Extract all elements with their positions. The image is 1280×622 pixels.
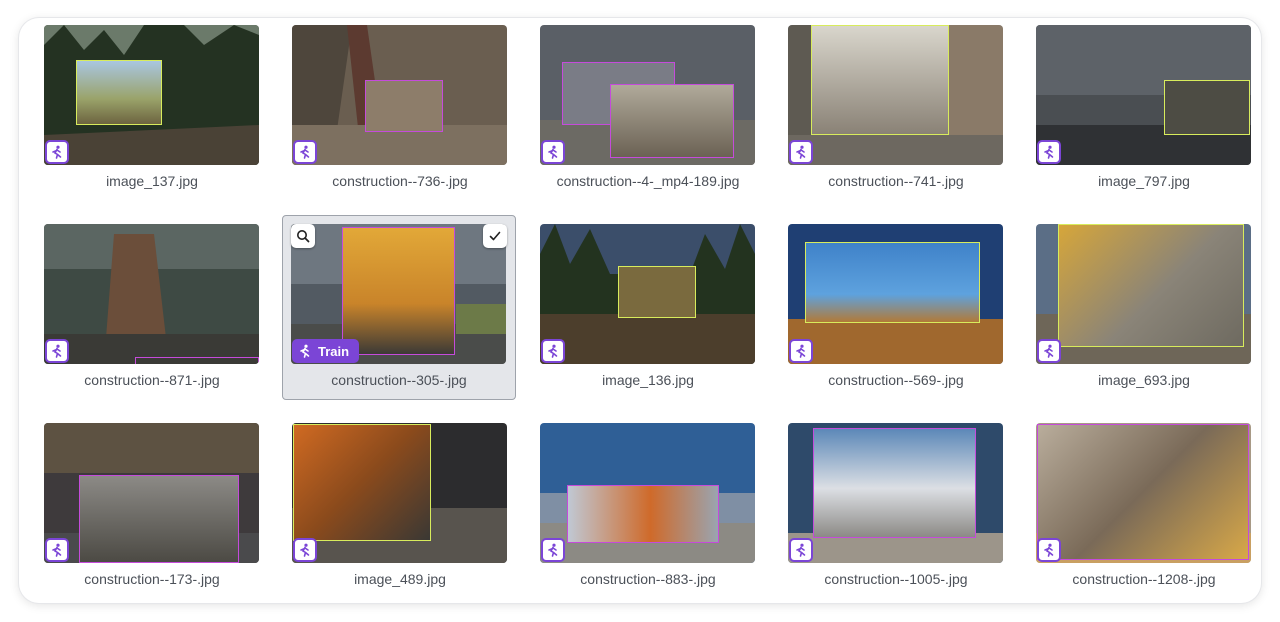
gallery-item[interactable]: image_693.jpg [1027, 217, 1261, 402]
gallery-item[interactable]: construction--1005-.jpg [779, 416, 1013, 601]
category-tag[interactable] [45, 538, 69, 562]
thumbnail[interactable] [788, 423, 1003, 563]
gallery-item[interactable]: construction--569-.jpg [779, 217, 1013, 402]
filename-caption: construction--569-.jpg [828, 372, 964, 388]
filename-caption: construction--173-.jpg [84, 571, 220, 587]
category-tag[interactable] [1037, 339, 1061, 363]
thumbnail[interactable] [540, 224, 755, 364]
select-checkbox[interactable] [483, 224, 507, 248]
thumbnail[interactable] [1036, 423, 1251, 563]
category-tag[interactable] [45, 140, 69, 164]
filename-caption: construction--1005-.jpg [824, 571, 968, 587]
image-grid: image_137.jpg construction--736-.jpg con… [19, 18, 1261, 603]
gallery-item[interactable]: construction--4-_mp4-189.jpg [531, 18, 765, 203]
category-tag[interactable] [293, 140, 317, 164]
runner-icon [548, 543, 558, 557]
filename-caption: construction--883-.jpg [580, 571, 716, 587]
runner-icon [1044, 145, 1054, 159]
thumbnail[interactable] [540, 423, 755, 563]
preview-button[interactable] [291, 224, 315, 248]
thumbnail[interactable]: Train [291, 224, 506, 364]
thumbnail[interactable] [44, 423, 259, 563]
thumbnail[interactable] [292, 423, 507, 563]
filename-caption: image_489.jpg [354, 571, 446, 587]
runner-icon [548, 344, 558, 358]
runner-icon [300, 543, 310, 557]
runner-icon [300, 145, 310, 159]
category-tag[interactable] [789, 538, 813, 562]
category-tag-train[interactable]: Train [292, 339, 360, 363]
category-tag[interactable] [45, 339, 69, 363]
magnifier-icon [297, 230, 310, 243]
thumbnail[interactable] [540, 25, 755, 165]
thumbnail[interactable] [788, 25, 1003, 165]
checkmark-icon [489, 231, 501, 241]
gallery-item[interactable]: construction--871-.jpg [35, 217, 269, 402]
category-tag[interactable] [541, 339, 565, 363]
gallery-item[interactable]: image_489.jpg [283, 416, 517, 601]
filename-caption: image_797.jpg [1098, 173, 1190, 189]
category-tag[interactable] [1037, 538, 1061, 562]
category-tag[interactable] [293, 538, 317, 562]
gallery-panel: image_137.jpg construction--736-.jpg con… [19, 18, 1261, 603]
category-tag[interactable] [541, 140, 565, 164]
filename-caption: image_693.jpg [1098, 372, 1190, 388]
thumbnail[interactable] [1036, 224, 1251, 364]
filename-caption: construction--1208-.jpg [1072, 571, 1216, 587]
filename-caption: construction--736-.jpg [332, 173, 468, 189]
gallery-item[interactable]: construction--883-.jpg [531, 416, 765, 601]
gallery-item-selected[interactable]: Train construction--305-.jpg [282, 215, 516, 400]
runner-icon [1044, 543, 1054, 557]
gallery-item[interactable]: image_137.jpg [35, 18, 269, 203]
thumbnail[interactable] [44, 25, 259, 165]
thumbnail[interactable] [788, 224, 1003, 364]
runner-icon [52, 344, 62, 358]
thumbnail[interactable] [292, 25, 507, 165]
runner-icon [796, 543, 806, 557]
filename-caption: construction--4-_mp4-189.jpg [556, 173, 740, 189]
gallery-item[interactable]: image_797.jpg [1027, 18, 1261, 203]
runner-icon [796, 344, 806, 358]
gallery-item[interactable]: image_136.jpg [531, 217, 765, 402]
runner-icon [300, 344, 310, 358]
filename-caption: image_136.jpg [602, 372, 694, 388]
filename-caption: image_137.jpg [106, 173, 198, 189]
runner-icon [1044, 344, 1054, 358]
runner-icon [796, 145, 806, 159]
thumbnail[interactable] [44, 224, 259, 364]
thumbnail[interactable] [1036, 25, 1251, 165]
gallery-item[interactable]: construction--741-.jpg [779, 18, 1013, 203]
category-tag[interactable] [541, 538, 565, 562]
tag-label: Train [318, 343, 350, 359]
category-tag[interactable] [789, 339, 813, 363]
gallery-item[interactable]: construction--736-.jpg [283, 18, 517, 203]
filename-caption: construction--741-.jpg [828, 173, 964, 189]
runner-icon [548, 145, 558, 159]
category-tag[interactable] [1037, 140, 1061, 164]
category-tag[interactable] [789, 140, 813, 164]
gallery-item[interactable]: construction--1208-.jpg [1027, 416, 1261, 601]
filename-caption: construction--305-.jpg [331, 372, 467, 388]
runner-icon [52, 543, 62, 557]
runner-icon [52, 145, 62, 159]
filename-caption: construction--871-.jpg [84, 372, 220, 388]
gallery-item[interactable]: construction--173-.jpg [35, 416, 269, 601]
